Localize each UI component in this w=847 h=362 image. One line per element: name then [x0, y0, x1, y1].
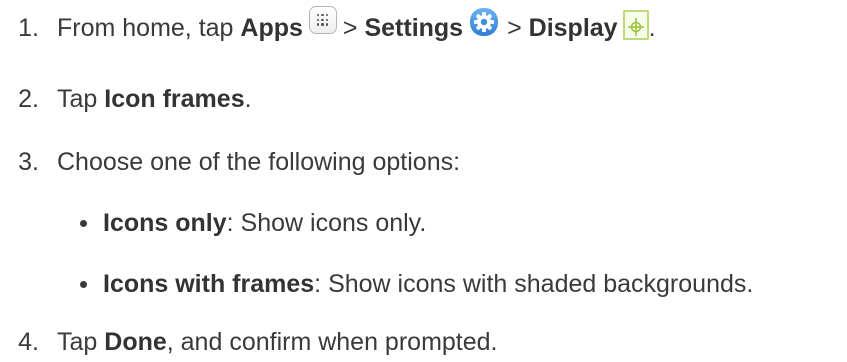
option-icons-with-frames: Icons with frames: Show icons with shade…	[0, 264, 753, 304]
step-number: 2.	[18, 84, 39, 113]
option-name: Icons with frames	[103, 269, 315, 298]
step-suffix: , and confirm when prompted.	[166, 327, 498, 356]
option-description: : Show icons only.	[226, 208, 427, 237]
icon-frames-label: Icon frames	[104, 84, 245, 113]
apps-label: Apps	[240, 13, 303, 42]
separator: >	[342, 13, 358, 42]
step-number: 1.	[18, 13, 39, 42]
done-label: Done	[104, 327, 167, 356]
step-text: Choose one of the following options:	[57, 147, 461, 176]
bullet	[80, 280, 87, 288]
step-text: From home, tap	[57, 13, 234, 42]
settings-gear-icon	[469, 7, 499, 37]
step-end: .	[244, 84, 252, 113]
instruction-document: 1. From home, tap Apps > Settings > Disp…	[0, 0, 847, 362]
step-4: 4. Tap Done, and confirm when prompted.	[0, 322, 498, 362]
step-1: 1. From home, tap Apps > Settings > Disp…	[0, 6, 656, 48]
option-description: : Show icons with shaded backgrounds.	[314, 269, 754, 298]
option-icons-only: Icons only: Show icons only.	[0, 203, 426, 243]
display-label: Display	[528, 13, 618, 42]
step-number: 4.	[18, 327, 39, 356]
step-number: 3.	[18, 147, 39, 176]
display-settings-icon	[622, 10, 649, 40]
step-text: Tap	[57, 327, 98, 356]
separator: >	[507, 13, 522, 42]
step-end: .	[648, 13, 656, 42]
step-3: 3. Choose one of the following options:	[0, 142, 460, 182]
bullet	[80, 219, 87, 227]
step-text: Tap	[57, 84, 98, 113]
apps-grid-icon	[308, 6, 337, 34]
option-name: Icons only	[103, 208, 227, 237]
settings-label: Settings	[364, 13, 464, 42]
step-2: 2. Tap Icon frames.	[0, 79, 252, 119]
